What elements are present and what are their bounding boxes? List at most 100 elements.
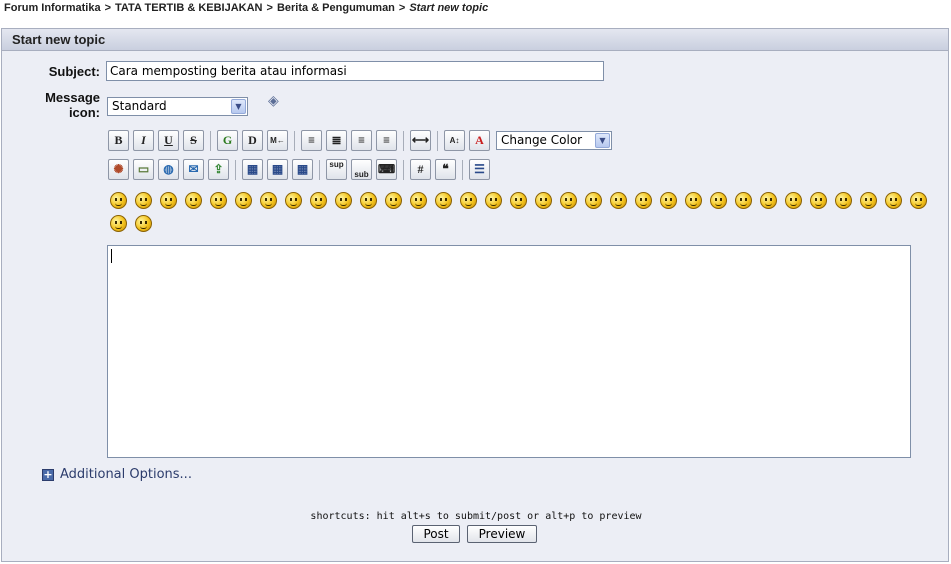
toolbar-divider [210, 130, 211, 151]
ftp-button[interactable]: ⇪ [208, 159, 229, 180]
toolbar-divider [462, 159, 463, 180]
change-color-select[interactable]: Change Color ▼ [496, 131, 612, 150]
breadcrumb-separator: > [266, 2, 273, 14]
panel-title: Start new topic [2, 29, 948, 51]
align-center-button[interactable]: ≡ [351, 130, 372, 151]
smiley-icon[interactable] [410, 192, 427, 209]
smiley-icon[interactable] [360, 192, 377, 209]
message-icon-label: Message icon: [12, 90, 100, 120]
email-button[interactable]: ✉ [183, 159, 204, 180]
smiley-icon[interactable] [735, 192, 752, 209]
toolbar-divider [403, 159, 404, 180]
code-button[interactable]: # [410, 159, 431, 180]
smiley-icon[interactable] [860, 192, 877, 209]
additional-options-toggle[interactable]: + Additional Options... [42, 467, 192, 482]
subject-label: Subject: [48, 64, 100, 79]
chevron-down-icon: ▼ [595, 133, 610, 148]
smiley-icon[interactable] [910, 192, 927, 209]
teletype-button[interactable]: ⌨ [376, 159, 397, 180]
strikethrough-button[interactable]: S [183, 130, 204, 151]
breadcrumb: Forum Informatika > TATA TERTIB & KEBIJAKA… [4, 2, 488, 14]
new-topic-panel: Start new topic Subject: Message icon: S… [1, 28, 949, 562]
toolbar-divider [437, 130, 438, 151]
formatting-toolbar-row2: ✺ ▭ ◍ ✉ ⇪ ▦ ▦ ▦ sup sub ⌨ # ❝ ☰ [108, 159, 494, 180]
post-button[interactable]: Post [412, 525, 460, 543]
toolbar-divider [319, 159, 320, 180]
smiley-icon[interactable] [335, 192, 352, 209]
table-column-button[interactable]: ▦ [292, 159, 313, 180]
smiley-icon[interactable] [285, 192, 302, 209]
smiley-icon[interactable] [535, 192, 552, 209]
smiley-icon[interactable] [310, 192, 327, 209]
smiley-icon[interactable] [460, 192, 477, 209]
smilies-panel [106, 189, 936, 235]
smiley-icon[interactable] [185, 192, 202, 209]
chevron-down-icon: ▼ [231, 99, 246, 114]
smiley-icon[interactable] [160, 192, 177, 209]
smiley-icon[interactable] [810, 192, 827, 209]
message-icon-label-line2: icon: [68, 105, 100, 120]
smiley-icon[interactable] [585, 192, 602, 209]
message-icon-selected: Standard [112, 99, 167, 113]
list-button[interactable]: ☰ [469, 159, 490, 180]
smiley-icon[interactable] [110, 215, 127, 232]
underline-button[interactable]: U [158, 130, 179, 151]
flash-button[interactable]: ✺ [108, 159, 129, 180]
superscript-button[interactable]: sup [326, 159, 347, 180]
preview-button[interactable]: Preview [467, 525, 537, 543]
smiley-icon[interactable] [110, 192, 127, 209]
font-color-button[interactable]: A [469, 130, 490, 151]
breadcrumb-link-rules[interactable]: TATA TERTIB & KEBIJAKAN [115, 2, 262, 14]
change-color-selected: Change Color [501, 133, 583, 147]
align-right-button[interactable]: ≡ [376, 130, 397, 151]
toolbar-divider [294, 130, 295, 151]
breadcrumb-current: Start new topic [409, 2, 489, 14]
message-icon-select[interactable]: Standard ▼ [107, 97, 248, 116]
smiley-icon[interactable] [385, 192, 402, 209]
expand-plus-icon: + [42, 467, 54, 481]
smiley-icon[interactable] [710, 192, 727, 209]
smiley-icon[interactable] [235, 192, 252, 209]
smiley-icon[interactable] [135, 215, 152, 232]
smiley-icon[interactable] [835, 192, 852, 209]
shadow-button[interactable]: D [242, 130, 263, 151]
smiley-icon[interactable] [885, 192, 902, 209]
hyperlink-button[interactable]: ◍ [158, 159, 179, 180]
smiley-icon[interactable] [760, 192, 777, 209]
icon-preview-icon: ◈ [268, 93, 279, 109]
breadcrumb-link-forum[interactable]: Forum Informatika [4, 2, 101, 14]
marquee-button[interactable]: M← [267, 130, 288, 151]
font-size-button[interactable]: A↕ [444, 130, 465, 151]
table-row-button[interactable]: ▦ [267, 159, 288, 180]
smiley-icon[interactable] [660, 192, 677, 209]
bold-button[interactable]: B [108, 130, 129, 151]
smiley-icon[interactable] [210, 192, 227, 209]
subscript-button[interactable]: sub [351, 159, 372, 180]
smiley-icon[interactable] [635, 192, 652, 209]
smiley-icon[interactable] [260, 192, 277, 209]
horizontal-rule-button[interactable]: ⟷ [410, 130, 431, 151]
breadcrumb-separator: > [104, 2, 112, 14]
subject-input[interactable] [106, 61, 604, 81]
breadcrumb-link-news[interactable]: Berita & Pengumuman [277, 2, 395, 14]
smiley-icon[interactable] [785, 192, 802, 209]
table-button[interactable]: ▦ [242, 159, 263, 180]
message-textarea[interactable] [107, 245, 911, 458]
smiley-icon[interactable] [485, 192, 502, 209]
smiley-icon[interactable] [610, 192, 627, 209]
align-left-button[interactable]: ≡ [301, 130, 322, 151]
image-button[interactable]: ▭ [133, 159, 154, 180]
smiley-icon[interactable] [135, 192, 152, 209]
glow-button[interactable]: G [217, 130, 238, 151]
toolbar-divider [403, 130, 404, 151]
smiley-icon[interactable] [435, 192, 452, 209]
italic-button[interactable]: I [133, 130, 154, 151]
quote-button[interactable]: ❝ [435, 159, 456, 180]
justify-button[interactable]: ≣ [326, 130, 347, 151]
shortcuts-hint: shortcuts: hit alt+s to submit/post or a… [310, 511, 642, 522]
smiley-icon[interactable] [560, 192, 577, 209]
smiley-icon[interactable] [685, 192, 702, 209]
toolbar-divider [235, 159, 236, 180]
additional-options-label: Additional Options... [60, 467, 192, 482]
smiley-icon[interactable] [510, 192, 527, 209]
